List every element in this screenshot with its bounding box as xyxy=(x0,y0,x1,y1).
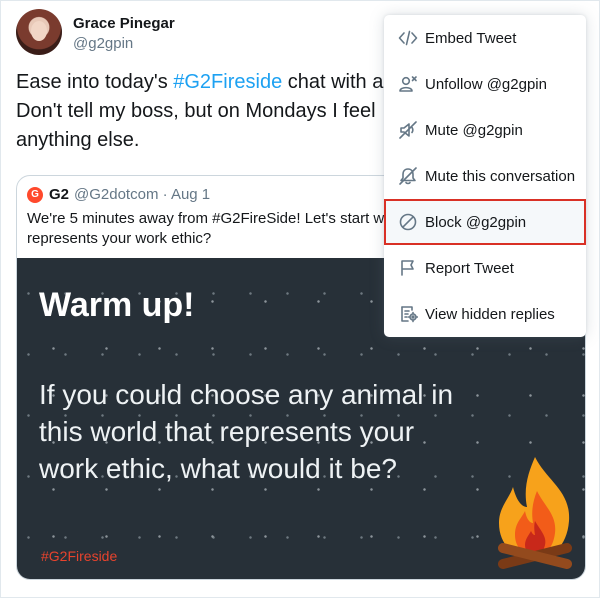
quoted-author-name[interactable]: G2 xyxy=(49,186,69,203)
quoted-tweet-header: G G2 @G2dotcom · Aug 1 xyxy=(27,186,210,203)
block-icon xyxy=(398,212,418,232)
menu-item-label: Mute this conversation xyxy=(425,167,576,185)
image-question-line-2: this world that represents your xyxy=(39,416,415,447)
menu-item-mute-user[interactable]: Mute @g2gpin xyxy=(384,107,586,153)
code-icon xyxy=(398,28,418,48)
menu-item-label: Unfollow @g2gpin xyxy=(425,75,547,93)
mute-icon xyxy=(398,120,418,140)
unfollow-icon xyxy=(398,74,418,94)
quoted-author-meta: @G2dotcom · Aug 1 xyxy=(74,186,211,203)
mute-conversation-icon xyxy=(398,166,418,186)
hidden-replies-icon xyxy=(398,304,418,324)
menu-item-unfollow[interactable]: Unfollow @g2gpin xyxy=(384,61,586,107)
menu-item-label: Report Tweet xyxy=(425,259,514,277)
menu-item-label: View hidden replies xyxy=(425,305,555,323)
image-question-line-1: If you could choose any animal in xyxy=(39,379,454,410)
avatar[interactable] xyxy=(16,9,62,55)
tweet-options-menu: Embed Tweet Unfollow @g2gpin Mute @g2gpi… xyxy=(384,15,586,337)
tweet-text-part: Ease into today's xyxy=(16,71,174,93)
image-hashtag: #G2Fireside xyxy=(41,548,118,564)
menu-item-view-hidden-replies[interactable]: View hidden replies xyxy=(384,291,586,337)
image-question: If you could choose any animal in this w… xyxy=(39,376,453,487)
campfire-icon xyxy=(497,457,573,569)
author-handle[interactable]: @g2gpin xyxy=(73,35,133,52)
image-question-line-3: work ethic, what would it be? xyxy=(39,453,397,484)
menu-item-embed-tweet[interactable]: Embed Tweet xyxy=(384,15,586,61)
tweet-card: Grace Pinegar @g2gpin Ease into today's … xyxy=(0,0,600,598)
menu-item-label: Block @g2gpin xyxy=(425,213,527,231)
image-title: Warm up! xyxy=(39,286,195,324)
menu-item-label: Embed Tweet xyxy=(425,29,517,47)
author-name[interactable]: Grace Pinegar xyxy=(73,15,175,32)
menu-item-report-tweet[interactable]: Report Tweet xyxy=(384,245,586,291)
g2-logo-icon: G xyxy=(27,186,43,203)
hashtag-link[interactable]: #G2Fireside xyxy=(173,71,282,93)
tweet-text-part: chat with a xyxy=(282,71,384,93)
menu-item-mute-conversation[interactable]: Mute this conversation xyxy=(384,153,586,199)
flag-icon xyxy=(398,258,418,278)
menu-item-label: Mute @g2gpin xyxy=(425,121,523,139)
menu-item-block-user[interactable]: Block @g2gpin xyxy=(384,199,586,245)
